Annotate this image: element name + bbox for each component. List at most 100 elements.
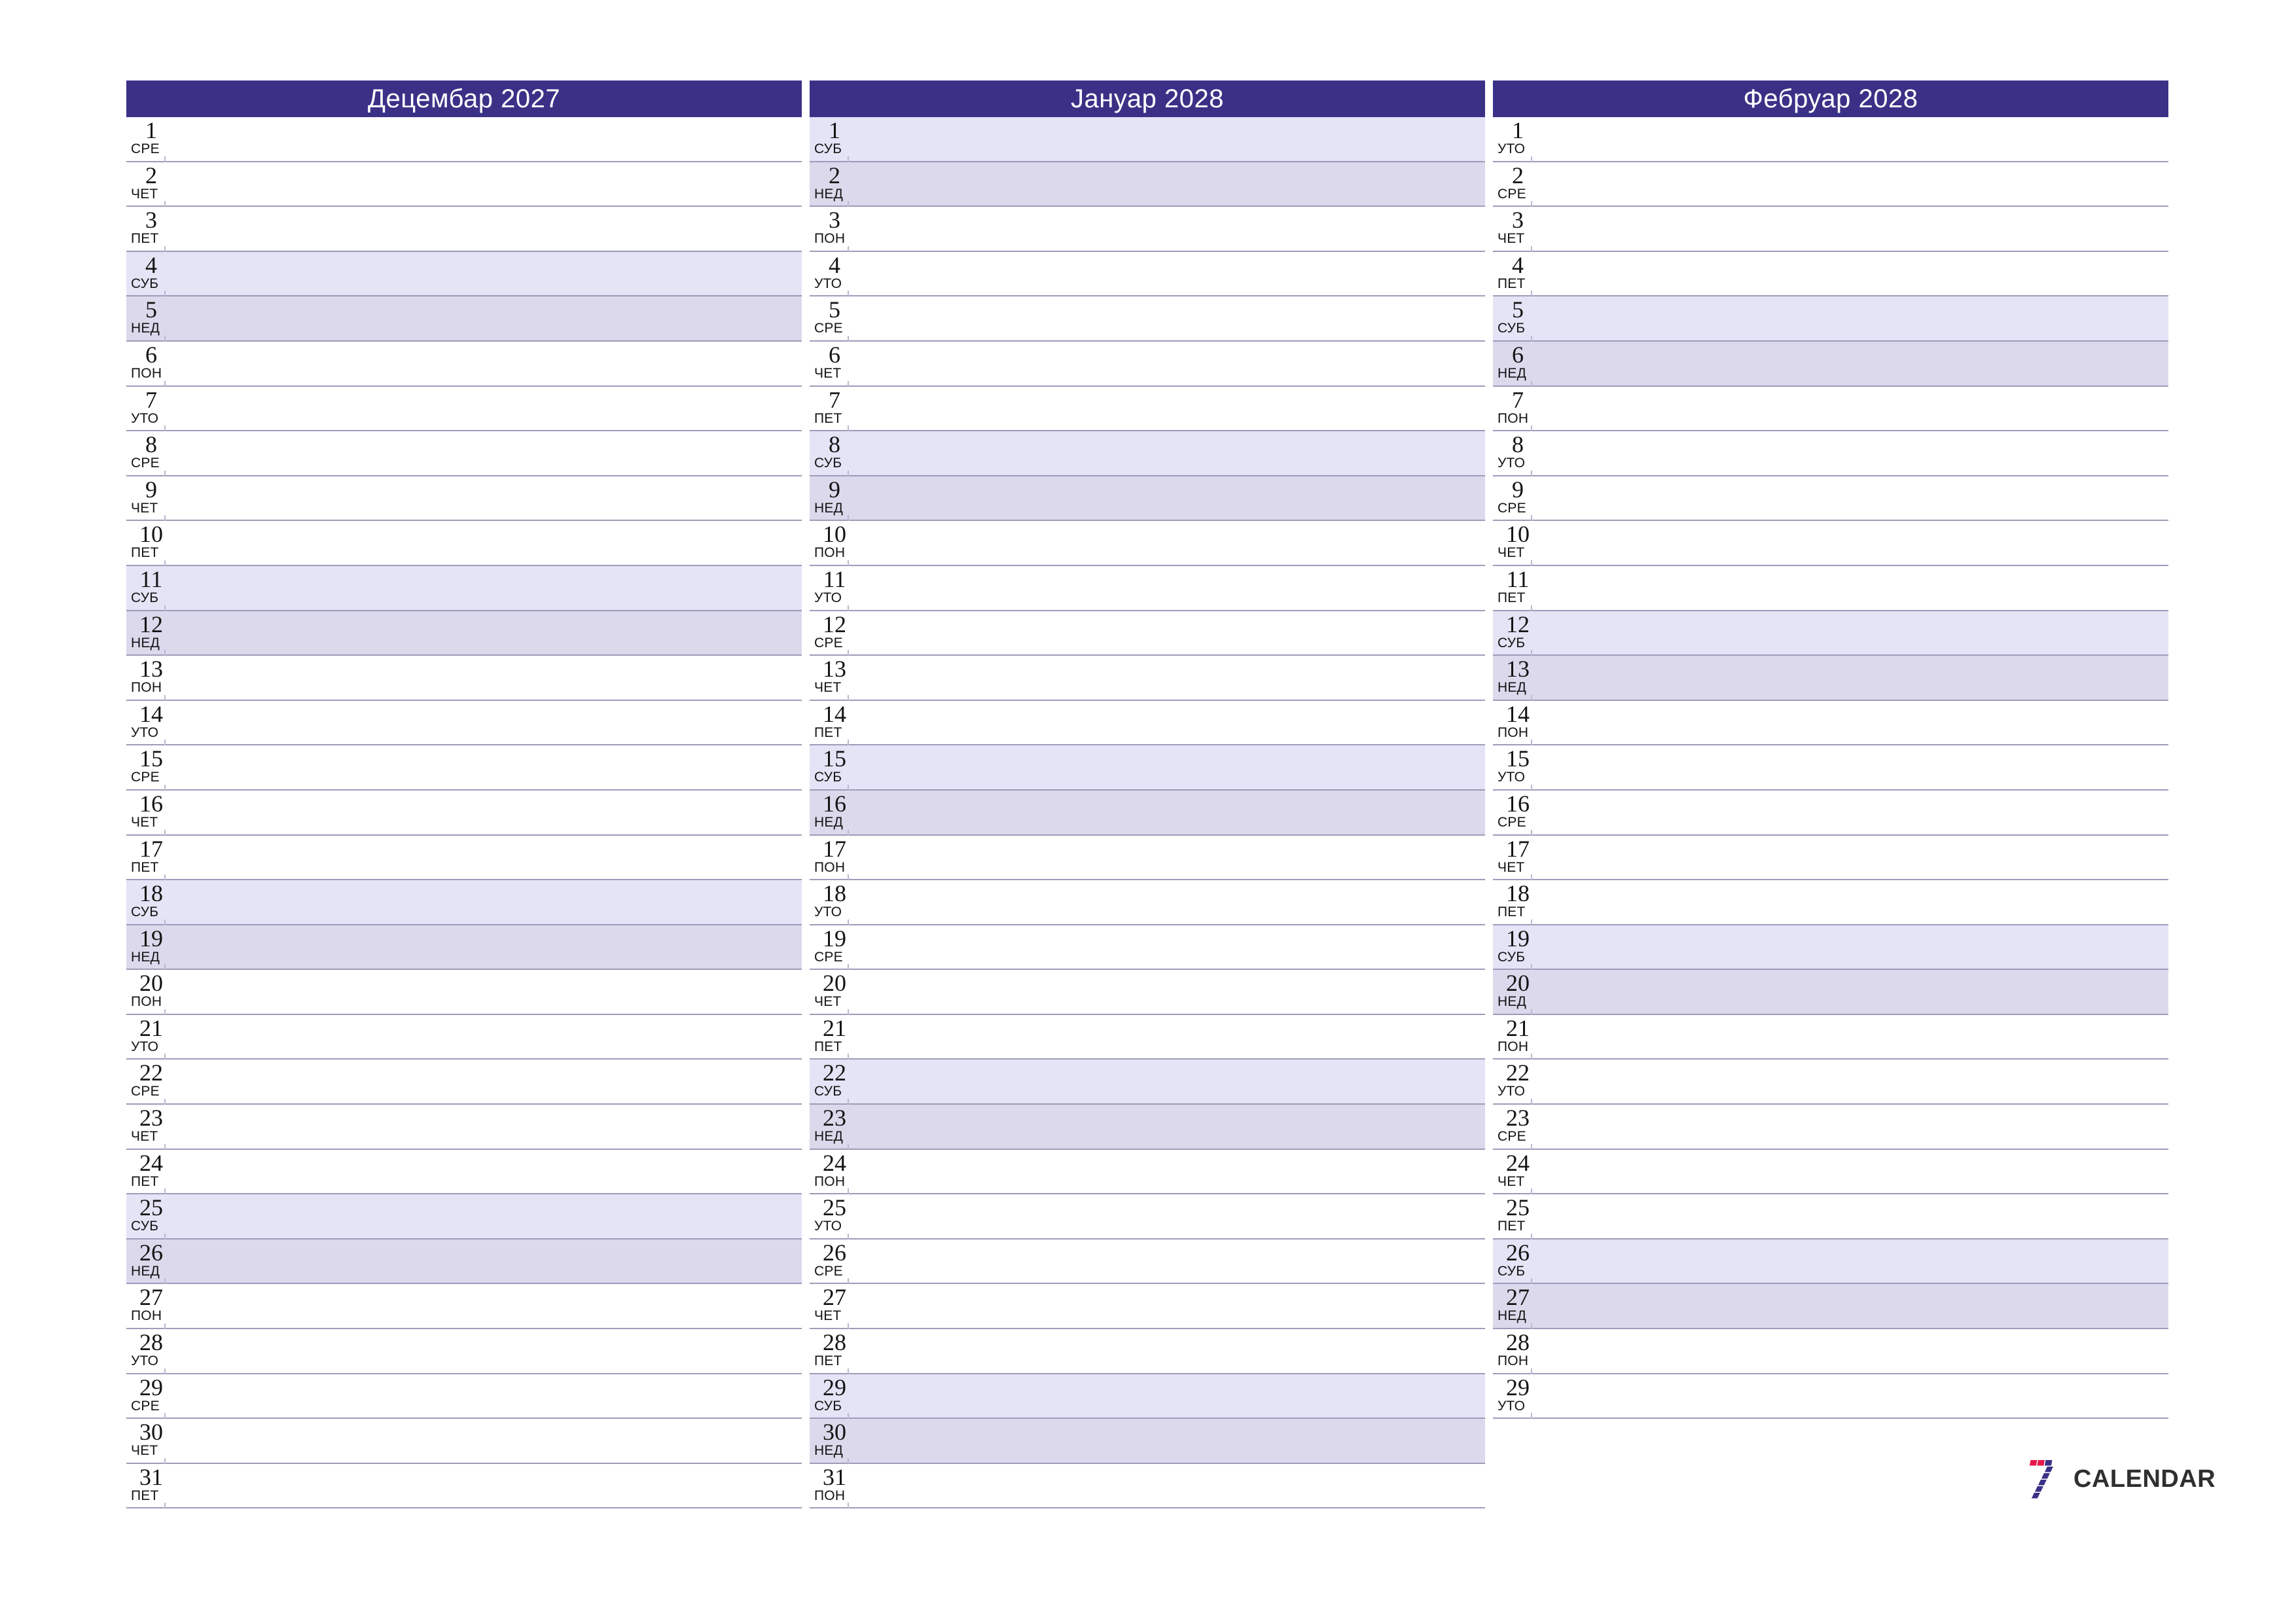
- day-row[interactable]: 30 НЕД: [810, 1419, 1485, 1464]
- day-row[interactable]: 27 НЕД: [1493, 1284, 2168, 1330]
- day-note-area[interactable]: [1534, 745, 2168, 789]
- day-note-area[interactable]: [850, 791, 1485, 834]
- day-note-area[interactable]: [850, 1060, 1485, 1103]
- day-row[interactable]: 15 УТО: [1493, 745, 2168, 791]
- day-row[interactable]: 28 ПОН: [1493, 1329, 2168, 1374]
- day-note-area[interactable]: [1534, 1150, 2168, 1194]
- day-row[interactable]: 1 УТО: [1493, 117, 2168, 162]
- day-row[interactable]: 15 СРЕ: [126, 745, 802, 791]
- day-note-area[interactable]: [167, 476, 802, 520]
- day-note-area[interactable]: [1534, 296, 2168, 340]
- day-row[interactable]: 8 УТО: [1493, 431, 2168, 476]
- day-note-area[interactable]: [850, 207, 1485, 251]
- day-note-area[interactable]: [1534, 1240, 2168, 1283]
- day-row[interactable]: 11 СУБ: [126, 565, 802, 611]
- day-row[interactable]: 26 НЕД: [126, 1239, 802, 1285]
- day-note-area[interactable]: [850, 745, 1485, 789]
- day-note-area[interactable]: [850, 521, 1485, 565]
- day-row[interactable]: 13 НЕД: [1493, 656, 2168, 701]
- day-row[interactable]: 6 ПОН: [126, 341, 802, 387]
- day-row[interactable]: 13 ПОН: [126, 656, 802, 701]
- day-row[interactable]: 18 СУБ: [126, 880, 802, 925]
- day-note-area[interactable]: [1534, 611, 2168, 655]
- day-note-area[interactable]: [850, 252, 1485, 296]
- day-row[interactable]: 24 ЧЕТ: [1493, 1149, 2168, 1195]
- day-row[interactable]: 16 НЕД: [810, 790, 1485, 836]
- day-note-area[interactable]: [167, 836, 802, 880]
- day-note-area[interactable]: [850, 1419, 1485, 1463]
- day-note-area[interactable]: [850, 387, 1485, 431]
- day-row[interactable]: 14 УТО: [126, 700, 802, 746]
- day-note-area[interactable]: [850, 1329, 1485, 1373]
- day-row[interactable]: 17 ПЕТ: [126, 835, 802, 881]
- day-note-area[interactable]: [167, 1060, 802, 1103]
- day-note-area[interactable]: [850, 117, 1485, 161]
- day-row[interactable]: 28 ПЕТ: [810, 1329, 1485, 1374]
- day-row[interactable]: 9 ЧЕТ: [126, 476, 802, 522]
- day-row[interactable]: 1 СРЕ: [126, 117, 802, 162]
- day-note-area[interactable]: [1534, 431, 2168, 475]
- day-row[interactable]: 11 УТО: [810, 565, 1485, 611]
- day-row[interactable]: 12 СУБ: [1493, 611, 2168, 656]
- day-row[interactable]: 21 ПОН: [1493, 1014, 2168, 1060]
- day-row[interactable]: 18 ПЕТ: [1493, 880, 2168, 925]
- day-row[interactable]: 10 ПЕТ: [126, 521, 802, 566]
- day-note-area[interactable]: [167, 1240, 802, 1283]
- day-note-area[interactable]: [850, 880, 1485, 924]
- day-note-area[interactable]: [1534, 791, 2168, 834]
- day-row[interactable]: 14 ПЕТ: [810, 700, 1485, 746]
- day-note-area[interactable]: [850, 1284, 1485, 1328]
- day-row[interactable]: 23 НЕД: [810, 1105, 1485, 1150]
- day-note-area[interactable]: [167, 162, 802, 206]
- day-row[interactable]: 12 НЕД: [126, 611, 802, 656]
- day-row[interactable]: 25 УТО: [810, 1194, 1485, 1240]
- day-note-area[interactable]: [850, 1150, 1485, 1194]
- day-note-area[interactable]: [167, 117, 802, 161]
- day-row[interactable]: 15 СУБ: [810, 745, 1485, 791]
- day-row[interactable]: 23 СРЕ: [1493, 1105, 2168, 1150]
- day-note-area[interactable]: [167, 1150, 802, 1194]
- day-row[interactable]: 16 СРЕ: [1493, 790, 2168, 836]
- day-note-area[interactable]: [167, 656, 802, 700]
- day-row[interactable]: 31 ПЕТ: [126, 1463, 802, 1509]
- day-row[interactable]: 25 СУБ: [126, 1194, 802, 1240]
- day-row[interactable]: 26 СРЕ: [810, 1239, 1485, 1285]
- day-row[interactable]: 21 ПЕТ: [810, 1014, 1485, 1060]
- day-row[interactable]: 11 ПЕТ: [1493, 565, 2168, 611]
- day-note-area[interactable]: [850, 836, 1485, 880]
- day-note-area[interactable]: [1534, 880, 2168, 924]
- day-note-area[interactable]: [167, 701, 802, 745]
- day-note-area[interactable]: [1534, 1374, 2168, 1418]
- day-row[interactable]: 19 СУБ: [1493, 925, 2168, 971]
- day-row[interactable]: 7 УТО: [126, 386, 802, 432]
- day-note-area[interactable]: [1534, 925, 2168, 969]
- day-row[interactable]: 16 ЧЕТ: [126, 790, 802, 836]
- day-row[interactable]: 1 СУБ: [810, 117, 1485, 162]
- day-note-area[interactable]: [167, 611, 802, 655]
- day-row[interactable]: 23 ЧЕТ: [126, 1105, 802, 1150]
- day-row[interactable]: 8 СРЕ: [126, 431, 802, 476]
- day-note-area[interactable]: [167, 925, 802, 969]
- day-row[interactable]: 2 НЕД: [810, 162, 1485, 207]
- day-note-area[interactable]: [167, 970, 802, 1014]
- day-note-area[interactable]: [167, 1464, 802, 1508]
- day-note-area[interactable]: [1534, 1194, 2168, 1238]
- day-row[interactable]: 30 ЧЕТ: [126, 1419, 802, 1464]
- day-note-area[interactable]: [167, 1284, 802, 1328]
- day-row[interactable]: 7 ПОН: [1493, 386, 2168, 432]
- day-note-area[interactable]: [167, 296, 802, 340]
- day-row[interactable]: 17 ЧЕТ: [1493, 835, 2168, 881]
- day-note-area[interactable]: [850, 1374, 1485, 1418]
- day-note-area[interactable]: [1534, 1284, 2168, 1328]
- day-note-area[interactable]: [850, 611, 1485, 655]
- day-note-area[interactable]: [850, 925, 1485, 969]
- day-row[interactable]: 28 УТО: [126, 1329, 802, 1374]
- day-row[interactable]: 6 ЧЕТ: [810, 341, 1485, 387]
- day-row[interactable]: 3 ПОН: [810, 207, 1485, 252]
- day-note-area[interactable]: [1534, 1015, 2168, 1059]
- day-row[interactable]: 21 УТО: [126, 1014, 802, 1060]
- day-note-area[interactable]: [850, 1464, 1485, 1508]
- day-note-area[interactable]: [167, 791, 802, 834]
- day-note-area[interactable]: [167, 252, 802, 296]
- day-note-area[interactable]: [167, 521, 802, 565]
